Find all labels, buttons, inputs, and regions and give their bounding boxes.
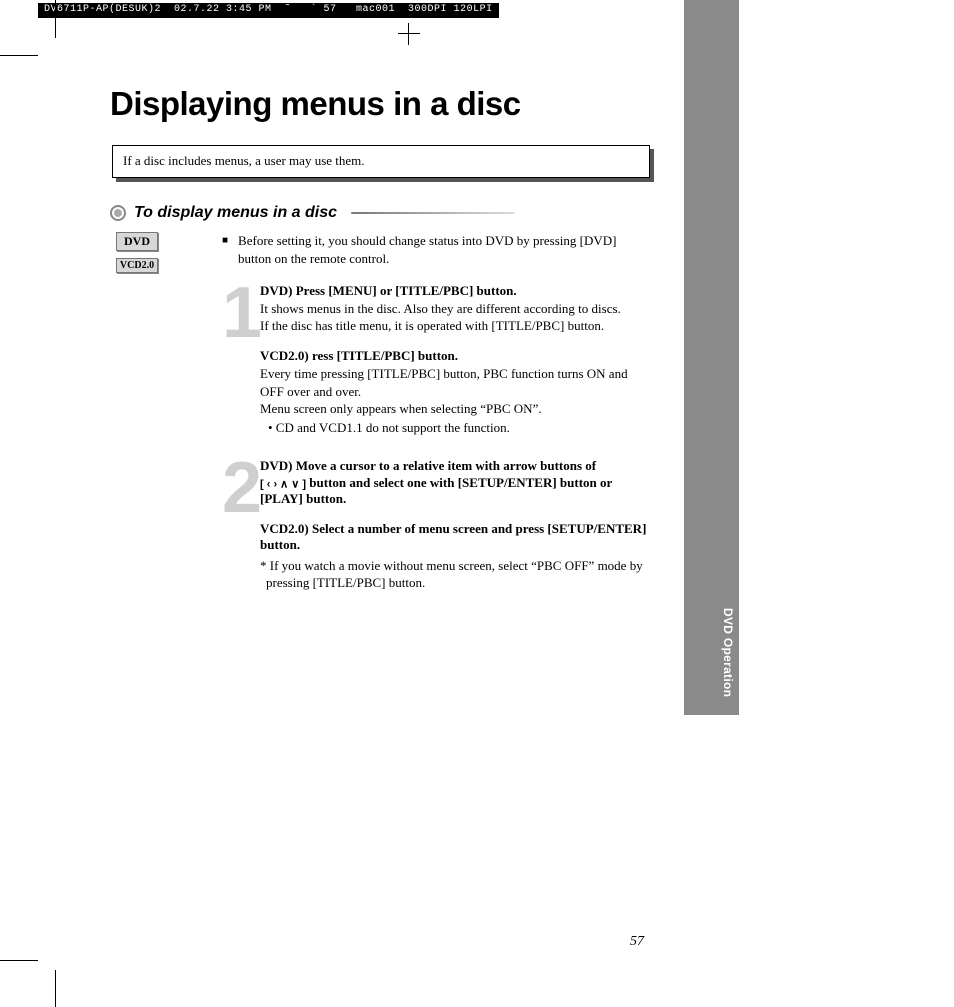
crop-mark: [55, 0, 56, 38]
section-bullet-icon: [110, 205, 126, 221]
step2-dvd-block: DVD) Move a cursor to a relative item wi…: [260, 458, 650, 507]
section-body: DVD VCD2.0 ■ Before setting it, you shou…: [110, 232, 650, 591]
section-rule: [351, 212, 515, 214]
register-mark: [408, 23, 409, 45]
step1-dvd-line2: If the disc has title menu, it is operat…: [260, 317, 650, 334]
square-bullet-icon: ■: [222, 232, 228, 267]
lead-text: Before setting it, you should change sta…: [238, 232, 650, 267]
badge-vcd20: VCD2.0: [116, 258, 158, 273]
step1-dvd-head: DVD) Press [MENU] or [TITLE/PBC] button.: [260, 283, 650, 299]
crop-mark: [0, 55, 38, 56]
arrow-buttons-icon: [ ‹ › ∧ ∨ ]: [260, 479, 306, 491]
step1-vcd-line1: Every time pressing [TITLE/PBC] button, …: [260, 365, 650, 399]
page-content: Displaying menus in a disc If a disc inc…: [110, 85, 650, 613]
page-title: Displaying menus in a disc: [110, 85, 650, 123]
step2-vcd-block: VCD2.0) Select a number of menu screen a…: [260, 521, 650, 591]
body-column: ■ Before setting it, you should change s…: [222, 232, 650, 591]
section-heading-row: To display menus in a disc: [110, 204, 650, 222]
step2-dvd-line2b: button and select one with [SETUP/ENTER]…: [260, 475, 612, 506]
step2-dvd-line2: [ ‹ › ∧ ∨ ] button and select one with […: [260, 475, 650, 507]
intro-text: If a disc includes menus, a user may use…: [112, 145, 650, 178]
section-title: To display menus in a disc: [134, 204, 337, 222]
step1-vcd-block: VCD2.0) ress [TITLE/PBC] button. Every t…: [260, 348, 650, 436]
badge-dvd: DVD: [116, 232, 158, 251]
crop-mark: [0, 960, 38, 961]
step2-vcd-head: VCD2.0) Select a number of menu screen a…: [260, 521, 650, 553]
crop-mark: [55, 970, 56, 1007]
step-1: 1 DVD) Press [MENU] or [TITLE/PBC] butto…: [260, 283, 650, 436]
print-info-bar: DV6711P-AP(DESUK)2 02.7.22 3:45 PM ˜ ` 5…: [38, 3, 499, 18]
step-number-2: 2: [222, 452, 262, 524]
side-tab-label: DVD Operation: [688, 608, 735, 697]
step2-dvd-line1: DVD) Move a cursor to a relative item wi…: [260, 458, 650, 474]
step1-dvd-line1: It shows menus in the disc. Also they ar…: [260, 300, 650, 317]
step-number-1: 1: [222, 277, 262, 349]
step-2: 2 DVD) Move a cursor to a relative item …: [260, 458, 650, 591]
intro-box: If a disc includes menus, a user may use…: [112, 145, 650, 178]
format-badges: DVD VCD2.0: [116, 232, 158, 273]
register-mark: [398, 33, 420, 34]
step1-vcd-line2: Menu screen only appears when selecting …: [260, 400, 650, 417]
step1-dvd-block: DVD) Press [MENU] or [TITLE/PBC] button.…: [260, 283, 650, 334]
step1-vcd-bullet: • CD and VCD1.1 do not support the funct…: [268, 419, 650, 436]
step2-vcd-note: * If you watch a movie without menu scre…: [260, 557, 650, 591]
lead-note: ■ Before setting it, you should change s…: [222, 232, 650, 267]
page-number: 57: [630, 934, 644, 950]
step1-vcd-head: VCD2.0) ress [TITLE/PBC] button.: [260, 348, 650, 364]
